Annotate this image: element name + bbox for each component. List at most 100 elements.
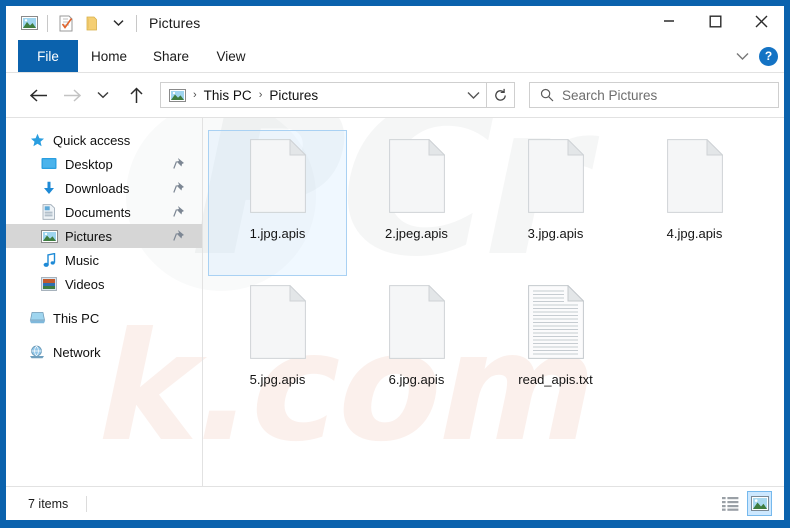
sidebar-item-pictures[interactable]: Pictures [6,224,202,248]
explorer-window: PCr k.com Pictures File Home Share View … [0,0,790,528]
pictures-icon[interactable] [16,11,42,35]
pin-icon[interactable] [173,181,186,199]
file-item-7[interactable]: read_apis.txt [486,276,625,422]
breadcrumb-bar[interactable]: › This PC › Pictures [160,82,487,108]
up-button[interactable] [122,81,150,109]
pin-icon[interactable] [173,205,186,223]
refresh-button[interactable] [487,82,515,108]
breadcrumb-separator-2[interactable]: › [252,89,270,101]
close-button[interactable] [738,6,784,36]
expand-ribbon-icon[interactable] [731,45,753,67]
search-box[interactable]: Search Pictures [529,82,779,108]
file-item-5[interactable]: 5.jpg.apis [208,276,347,422]
file-name-3: 3.jpg.apis [527,226,584,241]
sidebar-label-downloads: Downloads [65,180,130,196]
blank-file-icon [388,138,446,213]
pictures-icon [40,228,58,244]
file-list-pane: 1.jpg.apis 2.jpeg.apis 3.jpg.apis 4.jpg.… [202,118,784,486]
videos-icon [40,276,58,292]
desktop-icon [40,156,58,172]
file-item-6[interactable]: 6.jpg.apis [347,276,486,422]
sidebar-label-music: Music [65,252,99,268]
sidebar-label-this-pc: This PC [53,310,100,326]
download-icon [40,180,58,196]
breadcrumb-item-pictures[interactable]: Pictures [269,88,318,103]
file-item-3[interactable]: 3.jpg.apis [486,130,625,276]
file-name-7: read_apis.txt [518,372,593,387]
network-icon [28,344,46,360]
status-divider [86,495,88,512]
sidebar-item-documents[interactable]: Documents [6,200,202,224]
breadcrumb: › This PC › Pictures [161,88,318,103]
sidebar-item-music[interactable]: Music [6,248,202,272]
qat-divider-2 [136,14,137,32]
breadcrumb-dropdown-icon[interactable] [467,83,480,107]
navigation-pane: Quick access Desktop Downloads Documents… [6,118,202,486]
quick-access-toolbar: Pictures [6,11,200,35]
sidebar-item-network[interactable]: Network [6,340,202,364]
file-item-4[interactable]: 4.jpg.apis [625,130,764,276]
sidebar-item-this-pc[interactable]: This PC [6,306,202,330]
window-controls [646,6,784,36]
search-input[interactable]: Search Pictures [554,88,657,103]
pin-icon[interactable] [173,157,186,175]
file-name-4: 4.jpg.apis [666,226,723,241]
file-name-5: 5.jpg.apis [249,372,306,387]
sidebar-label-documents: Documents [65,204,131,220]
view-buttons [718,491,772,516]
blank-file-icon [666,138,724,213]
file-name-6: 6.jpg.apis [388,372,445,387]
maximize-button[interactable] [692,6,738,36]
file-item-2[interactable]: 2.jpeg.apis [347,130,486,276]
ribbon-tab-bar: File Home Share View ? [6,40,784,72]
file-grid: 1.jpg.apis 2.jpeg.apis 3.jpg.apis 4.jpg.… [208,130,784,422]
new-folder-icon[interactable] [79,11,105,35]
sidebar-item-desktop[interactable]: Desktop [6,152,202,176]
details-view-button[interactable] [718,491,743,516]
window-client-area: PCr k.com Pictures File Home Share View … [6,6,784,520]
sidebar-label-videos: Videos [65,276,105,292]
sidebar-gap-1 [6,296,202,306]
this-pc-icon [28,310,46,326]
music-icon [40,252,58,268]
blank-file-icon [249,138,307,213]
item-count-label: 7 items [28,496,69,511]
sidebar-item-quick-access[interactable]: Quick access [6,128,202,152]
large-icons-view-button[interactable] [747,491,772,516]
customize-dropdown-icon[interactable] [105,11,131,35]
recent-locations-icon[interactable] [92,81,114,109]
properties-icon[interactable] [53,11,79,35]
sidebar-label-desktop: Desktop [65,156,113,172]
tab-view[interactable]: View [202,40,260,72]
forward-button[interactable] [58,81,86,109]
blank-file-icon [527,138,585,213]
file-name-2: 2.jpeg.apis [385,226,448,241]
pin-icon[interactable] [173,229,186,247]
breadcrumb-item-this-pc[interactable]: This PC [204,88,252,103]
help-icon[interactable]: ? [759,46,778,66]
sidebar-item-downloads[interactable]: Downloads [6,176,202,200]
qat-divider-1 [47,14,48,32]
breadcrumb-root-icon[interactable] [169,88,186,102]
blank-file-icon [388,284,446,359]
window-title: Pictures [149,15,201,31]
sidebar-item-videos[interactable]: Videos [6,272,202,296]
text-file-icon [527,284,585,359]
tab-share[interactable]: Share [140,40,202,72]
sidebar-label-quick-access: Quick access [53,132,131,148]
search-icon [530,88,554,102]
blank-file-icon [249,284,307,359]
back-button[interactable] [24,81,52,109]
minimize-button[interactable] [646,6,692,36]
address-bar: › This PC › Pictures Search Pictures [6,73,784,117]
file-name-1: 1.jpg.apis [249,226,306,241]
sidebar-label-pictures: Pictures [65,228,112,244]
breadcrumb-separator-1[interactable]: › [186,89,204,101]
tab-home[interactable]: Home [78,40,140,72]
tab-file[interactable]: File [18,40,78,72]
star-icon [28,132,46,148]
status-bar: 7 items [6,486,784,520]
sidebar-gap-2 [6,330,202,340]
main-body: Quick access Desktop Downloads Documents… [6,118,784,486]
file-item-1[interactable]: 1.jpg.apis [208,130,347,276]
